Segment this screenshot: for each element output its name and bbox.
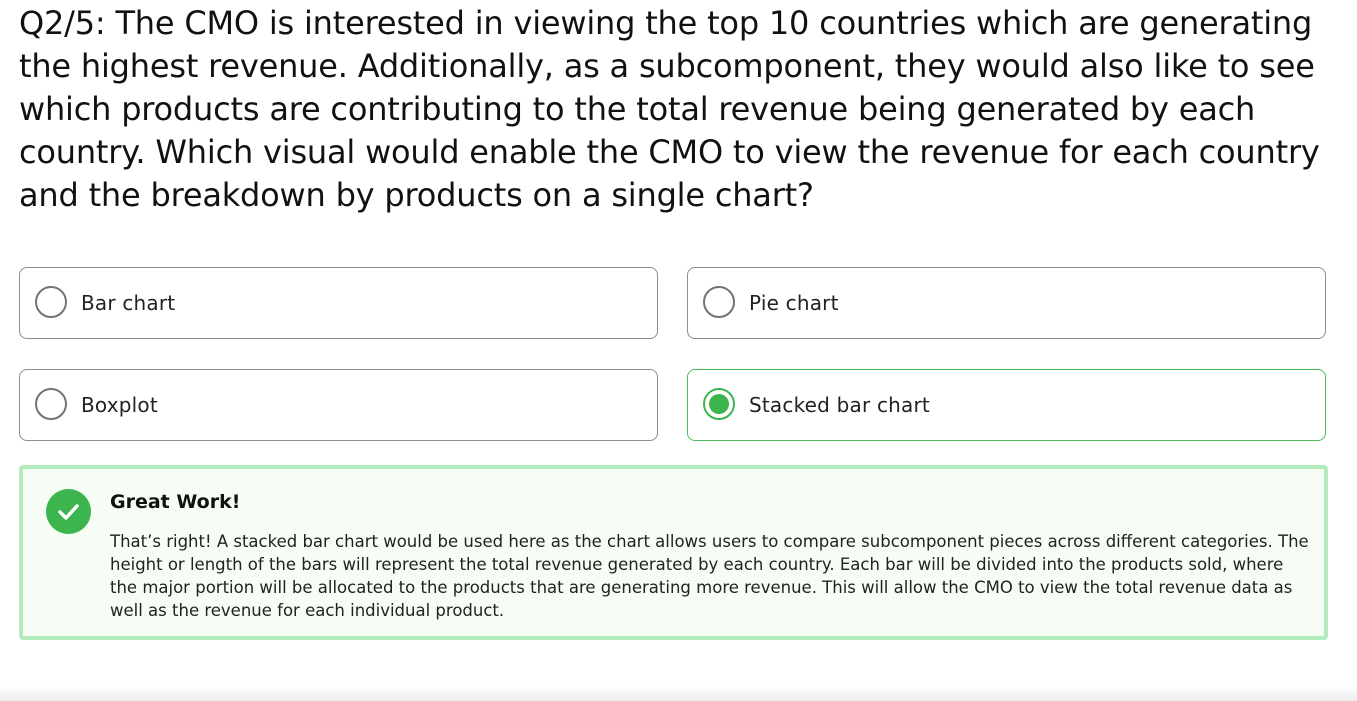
option-bar-chart[interactable]: Bar chart xyxy=(19,267,658,339)
option-pie-chart[interactable]: Pie chart xyxy=(687,267,1326,339)
bottom-divider xyxy=(0,686,1357,701)
radio-button[interactable] xyxy=(35,388,67,420)
option-stacked-bar-chart[interactable]: Stacked bar chart xyxy=(687,369,1326,441)
question-text: Q2/5: The CMO is interested in viewing t… xyxy=(19,4,1320,214)
option-label: Stacked bar chart xyxy=(749,393,930,417)
option-boxplot[interactable]: Boxplot xyxy=(19,369,658,441)
option-label: Boxplot xyxy=(81,393,158,417)
checkmark-icon xyxy=(46,489,91,534)
feedback-panel: Great Work! That’s right! A stacked bar … xyxy=(19,465,1328,640)
radio-selected-dot xyxy=(709,394,729,414)
radio-button[interactable] xyxy=(703,286,735,318)
radio-button-selected[interactable] xyxy=(703,388,735,420)
radio-button[interactable] xyxy=(35,286,67,318)
quiz-page: Q2/5: The CMO is interested in viewing t… xyxy=(0,0,1357,701)
option-label: Bar chart xyxy=(81,291,176,315)
feedback-title: Great Work! xyxy=(110,491,241,513)
feedback-text: That’s right! A stacked bar chart would … xyxy=(110,532,1309,620)
option-label: Pie chart xyxy=(749,291,839,315)
